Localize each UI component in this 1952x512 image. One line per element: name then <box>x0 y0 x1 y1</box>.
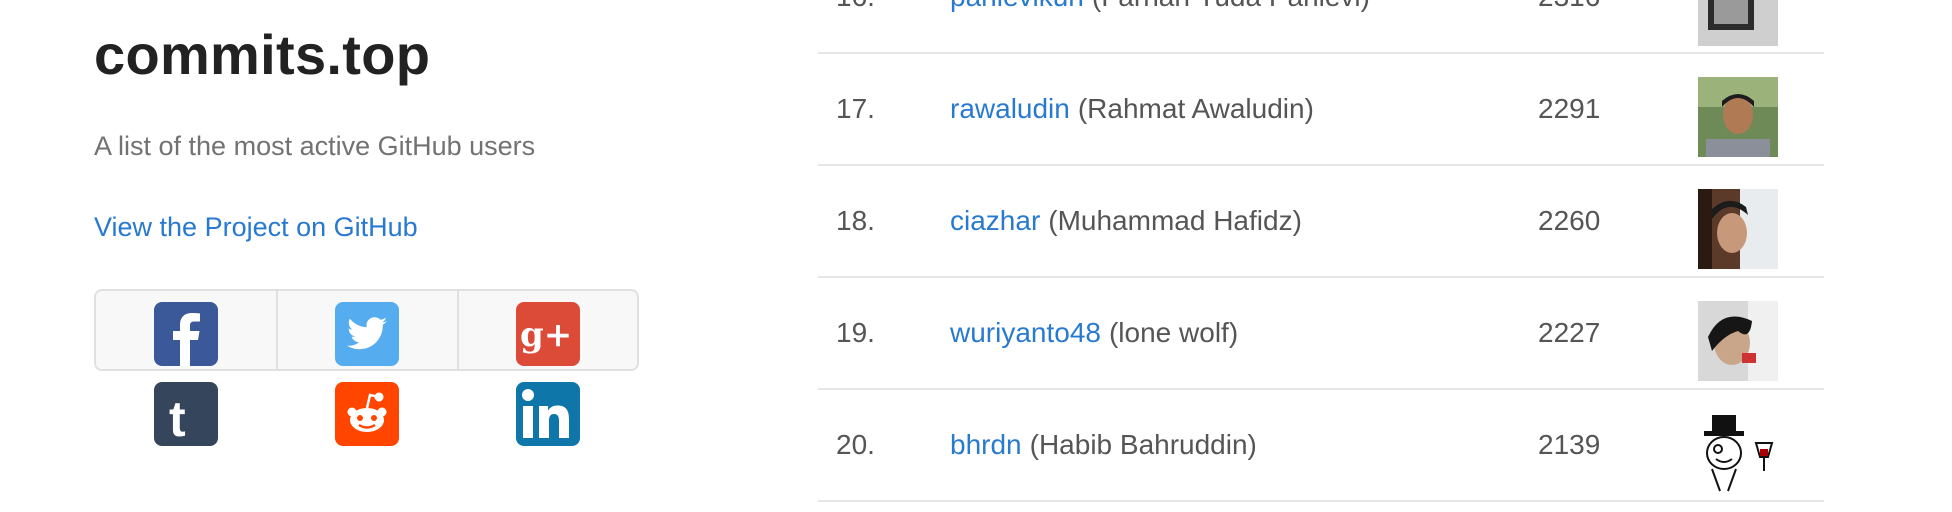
commit-count: 2260 <box>1538 205 1601 236</box>
svg-text:t: t <box>169 391 186 446</box>
table-row: 17. rawaludin (Rahmat Awaludin) 2291 <box>818 54 1824 166</box>
commit-count: 2316 <box>1538 0 1600 52</box>
user-cell: ciazhar (Muhammad Hafidz) <box>950 166 1302 276</box>
site-description: A list of the most active GitHub users <box>94 131 536 161</box>
table-row: 19. wuriyanto48 (lone wolf) 2227 <box>818 278 1824 390</box>
table-row: 20. bhrdn (Habib Bahruddin) 2139 <box>818 390 1824 502</box>
google-plus-share-button[interactable]: g+ <box>516 302 580 366</box>
share-divider <box>276 291 278 369</box>
reddit-icon <box>347 392 387 432</box>
user-cell: bhrdn (Habib Bahruddin) <box>950 390 1257 500</box>
avatar[interactable] <box>1698 301 1778 381</box>
facebook-share-button[interactable] <box>154 302 218 366</box>
rank-cell: 20. <box>836 429 875 460</box>
user-fullname: (Habib Bahruddin) <box>1029 429 1257 460</box>
username-link[interactable]: pahlevikun <box>950 0 1084 13</box>
twitter-share-button[interactable] <box>335 302 399 366</box>
svg-text:g+: g+ <box>520 315 572 355</box>
username-link[interactable]: rawaludin <box>950 93 1070 125</box>
reddit-share-button[interactable] <box>335 382 399 446</box>
commit-count: 2227 <box>1538 317 1601 348</box>
avatar[interactable] <box>1698 0 1778 46</box>
avatar[interactable] <box>1698 189 1778 269</box>
linkedin-share-button[interactable] <box>516 382 580 446</box>
avatar[interactable] <box>1698 413 1778 493</box>
user-cell: rawaludin (Rahmat Awaludin) <box>950 54 1314 164</box>
rank-cell: 18. <box>836 205 875 236</box>
username-link[interactable]: ciazhar <box>950 205 1040 237</box>
rank-cell: 17. <box>836 93 875 124</box>
tumblr-icon: t <box>169 391 186 446</box>
rank-cell: 16. <box>836 0 875 52</box>
google-plus-icon: g+ <box>520 315 572 355</box>
twitter-icon <box>347 317 387 350</box>
rank-cell: 19. <box>836 317 875 348</box>
facebook-icon <box>173 313 200 366</box>
table-row: 18. ciazhar (Muhammad Hafidz) 2260 <box>818 166 1824 278</box>
user-fullname: (lone wolf) <box>1108 317 1239 348</box>
user-fullname: (Farhan Yuda Pahlevi) <box>1092 0 1370 13</box>
site-title: commits.top <box>94 23 431 86</box>
user-cell: wuriyanto48 (lone wolf) <box>950 278 1238 388</box>
username-link[interactable]: wuriyanto48 <box>950 317 1101 349</box>
commit-count: 2291 <box>1538 93 1601 124</box>
table-row: 16. pahlevikun (Farhan Yuda Pahlevi) 231… <box>818 0 1824 54</box>
user-cell: pahlevikun (Farhan Yuda Pahlevi) <box>950 0 1370 52</box>
linkedin-icon <box>522 389 569 438</box>
view-project-link[interactable]: View the Project on GitHub <box>94 212 418 243</box>
user-fullname: (Rahmat Awaludin) <box>1077 93 1314 124</box>
avatar[interactable] <box>1698 77 1778 157</box>
username-link[interactable]: bhrdn <box>950 429 1022 461</box>
tumblr-share-button[interactable]: t <box>154 382 218 446</box>
commit-count: 2139 <box>1538 429 1601 460</box>
user-fullname: (Muhammad Hafidz) <box>1048 205 1302 236</box>
share-divider <box>457 291 459 369</box>
